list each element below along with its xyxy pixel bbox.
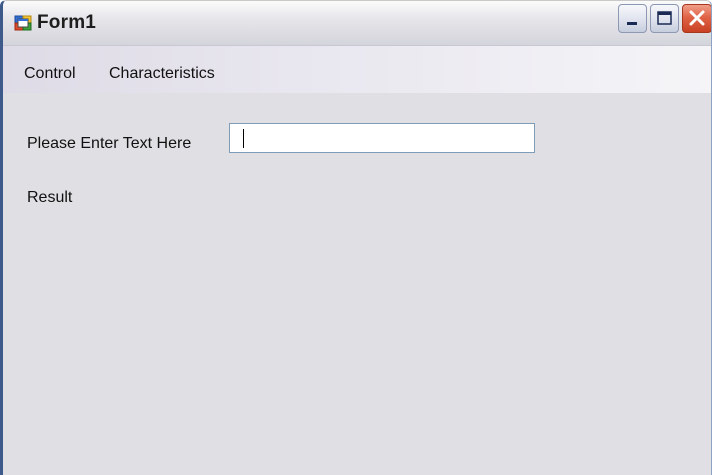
form1-window: Form1 Control Characteristics Please Ent… [0,0,712,475]
prompt-label: Please Enter Text Here [27,135,192,152]
maximize-button[interactable] [650,4,679,33]
minimize-button[interactable] [618,4,647,33]
close-button[interactable] [682,4,711,33]
menu-item-control[interactable]: Control [24,65,76,83]
text-cursor [243,129,244,148]
form-app-icon[interactable] [14,14,32,32]
menu-bar: Control Characteristics [3,46,711,93]
window-title: Form1 [37,12,97,33]
text-input[interactable] [229,123,535,153]
menu-item-characteristics[interactable]: Characteristics [109,65,215,83]
result-label: Result [27,189,73,206]
close-icon [689,10,705,26]
maximize-icon [657,11,672,25]
title-bar[interactable]: Form1 [3,1,711,46]
minimize-icon [627,22,637,25]
form-client-area: Please Enter Text Here Result [3,93,711,475]
